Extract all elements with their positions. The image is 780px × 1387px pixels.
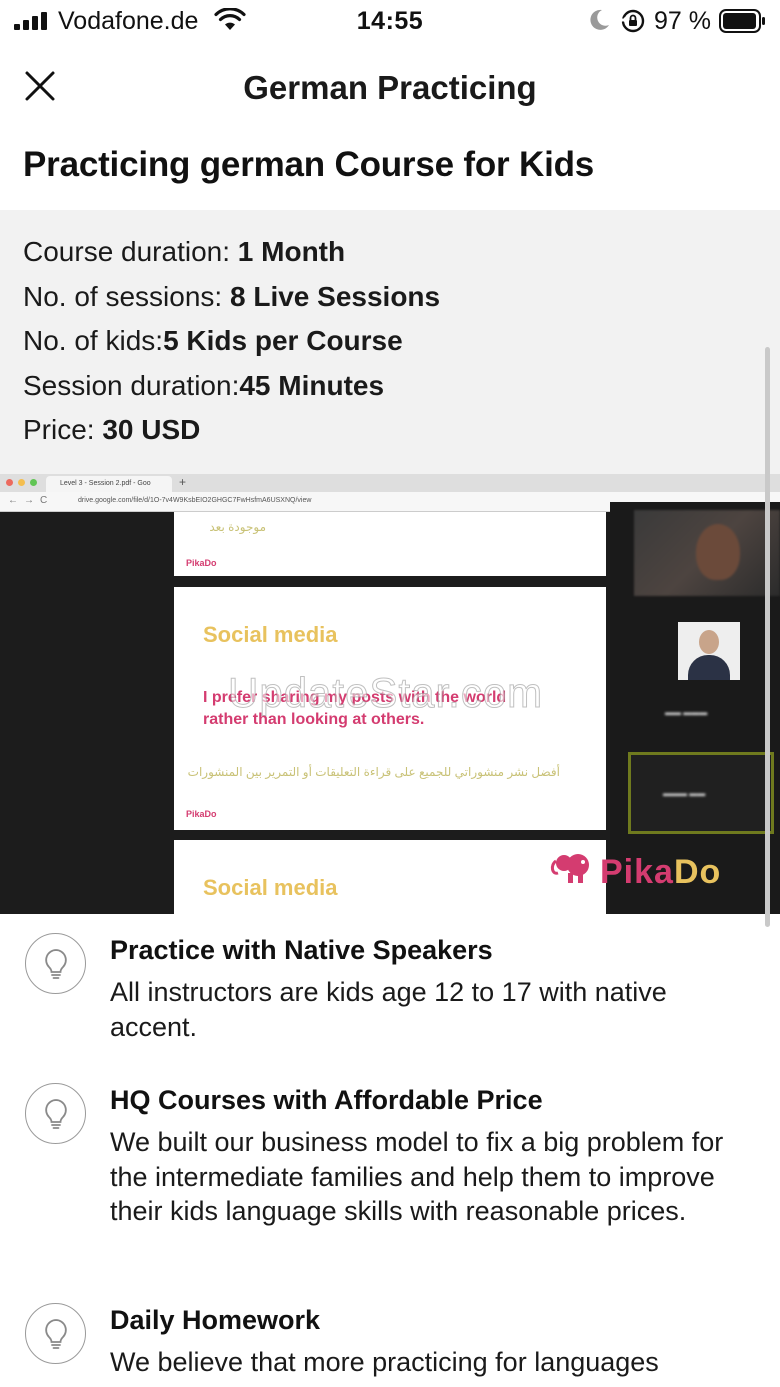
course-title: Practicing german Course for Kids: [23, 145, 595, 184]
feature-description: We believe that more practicing for lang…: [110, 1347, 659, 1377]
participant-name-blurred: ▬▬ ▬▬▬: [665, 708, 708, 717]
slide-heading: Social media: [203, 875, 338, 900]
new-tab-icon: +: [179, 475, 187, 489]
slide-bottom: Social media: [174, 840, 606, 914]
participant-video: [634, 510, 780, 596]
detail-label: No. of kids:: [23, 325, 164, 356]
detail-label: Course duration:: [23, 236, 238, 267]
slide-logo: PikaDo: [186, 809, 217, 819]
slide-arabic-text: موجودة بعد: [209, 520, 266, 534]
browser-tab: Level 3 - Session 2.pdf - Goo: [46, 476, 172, 492]
watermark: UpdateStar.com: [227, 669, 544, 717]
feature-title: HQ Courses with Affordable Price: [110, 1085, 543, 1115]
detail-value: 30 USD: [102, 414, 201, 445]
course-details-panel: Course duration: 1 Month No. of sessions…: [0, 210, 780, 474]
pikado-logo-text: PikaDo: [600, 853, 722, 891]
window-close-dot: [6, 479, 13, 486]
kids-row: No. of kids:5 Kids per Course: [23, 319, 780, 364]
price-row: Price: 30 USD: [23, 408, 780, 453]
slide-arabic-text: أفضل نشر منشوراتي للجميع على قراءة التعل…: [187, 765, 560, 779]
slide-top: موجودة بعد PikaDo: [174, 512, 606, 576]
battery-percentage: 97 %: [654, 7, 711, 35]
feature-description: All instructors are kids age 12 to 17 wi…: [110, 977, 667, 1042]
active-speaker-tile: ▬▬▬ ▬▬: [628, 752, 774, 834]
window-maximize-dot: [30, 479, 37, 486]
course-preview-image[interactable]: Level 3 - Session 2.pdf - Goo + ←→C driv…: [0, 474, 780, 914]
browser-tab-bar: Level 3 - Session 2.pdf - Goo +: [0, 474, 780, 492]
slide-heading: Social media: [203, 622, 338, 647]
participant-avatar: [678, 622, 740, 680]
scrollbar[interactable]: [765, 347, 770, 927]
participant-name-blurred: ▬▬▬ ▬▬: [663, 789, 706, 798]
browser-nav-icons: ←→C: [8, 495, 54, 506]
lightbulb-icon: [25, 933, 86, 994]
detail-label: Session duration:: [23, 369, 240, 401]
elephant-logo-icon: [550, 854, 589, 883]
feature-title: Daily Homework: [110, 1305, 321, 1335]
sessions-row: No. of sessions: 8 Live Sessions: [23, 275, 780, 320]
lightbulb-icon: [25, 1083, 86, 1144]
window-minimize-dot: [18, 479, 25, 486]
detail-value: 45 Minutes: [239, 369, 385, 401]
detail-value: 8 Live Sessions: [229, 280, 441, 312]
nav-title: German Practicing: [243, 69, 537, 106]
detail-label: No. of sessions:: [23, 280, 230, 312]
do-not-disturb-moon-icon: [590, 9, 609, 30]
course-duration-row: Course duration: 1 Month: [23, 230, 780, 275]
session-duration-row: Session duration:45 Minutes: [23, 364, 780, 409]
status-bar: Vodafone.de 14:55 97 %: [0, 0, 780, 44]
battery-icon: [719, 9, 765, 33]
feature-description: We built our business model to fix a big…: [110, 1127, 724, 1226]
url-text: drive.google.com/file/d/1O-7v4W9KsbEIO2G…: [78, 497, 312, 504]
detail-value: 1 Month: [237, 236, 346, 267]
lightbulb-icon: [25, 1303, 86, 1364]
feature-title: Practice with Native Speakers: [110, 935, 493, 965]
slide-logo: PikaDo: [186, 558, 217, 568]
pikado-logo: PikaDo: [550, 851, 750, 891]
detail-value: 5 Kids per Course: [163, 325, 403, 356]
detail-label: Price:: [23, 414, 103, 445]
rotation-lock-icon: [620, 9, 645, 33]
